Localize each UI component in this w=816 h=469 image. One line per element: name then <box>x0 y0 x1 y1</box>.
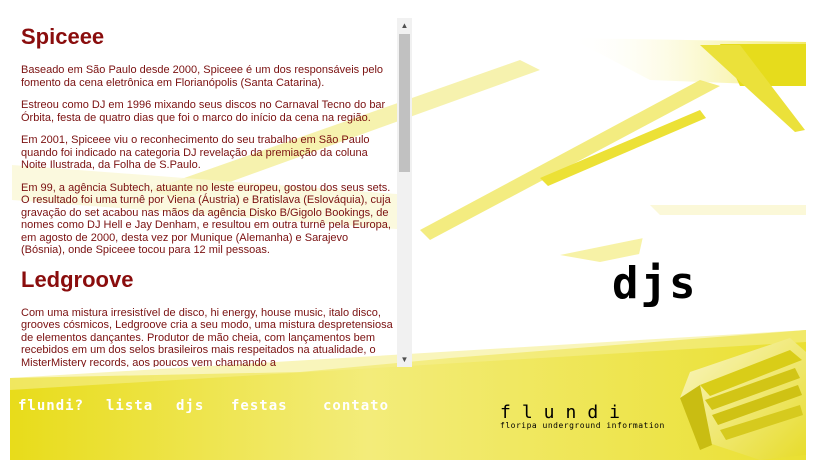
section-title-ledgroove: Ledgroove <box>21 266 134 292</box>
nav-item-contato[interactable]: contato <box>323 398 389 414</box>
section-title-spiceee: Spiceee <box>21 24 105 49</box>
scrollbar-thumb[interactable] <box>399 34 410 172</box>
triangle-up-icon[interactable]: ▲ <box>397 18 412 33</box>
section-paragraph: Com uma mistura irresistível de disco, h… <box>21 306 393 368</box>
section-paragraph: Estreou como DJ em 1996 mixando seus dis… <box>21 99 386 124</box>
section-paragraph: Baseado em São Paulo desde 2000, Spiceee… <box>21 64 384 89</box>
nav-item-djs[interactable]: djs <box>176 398 204 414</box>
triangle-down-icon[interactable]: ▼ <box>397 352 412 367</box>
nav-item-lista[interactable]: lista <box>106 398 153 414</box>
brand-tagline: floripa underground information <box>500 421 665 430</box>
vertical-scrollbar[interactable]: ▲ ▼ <box>397 18 412 367</box>
nav-item-flundi[interactable]: flundi? <box>18 398 84 414</box>
section-paragraph: Em 2001, Spiceee viu o reconhecimento do… <box>21 134 370 171</box>
section-paragraph: Em 99, a agência Subtech, atuante no les… <box>21 181 391 257</box>
nav-item-festas[interactable]: festas <box>231 398 288 414</box>
content-scroll-pane[interactable]: Spiceee Baseado em São Paulo desde 2000,… <box>12 18 397 367</box>
page-heading: djs <box>612 258 698 309</box>
brand-name: flundi <box>500 402 632 423</box>
brand-logo: flundi floripa underground information <box>500 402 680 430</box>
content-scroll-inner: Spiceee Baseado em São Paulo desde 2000,… <box>21 18 393 367</box>
